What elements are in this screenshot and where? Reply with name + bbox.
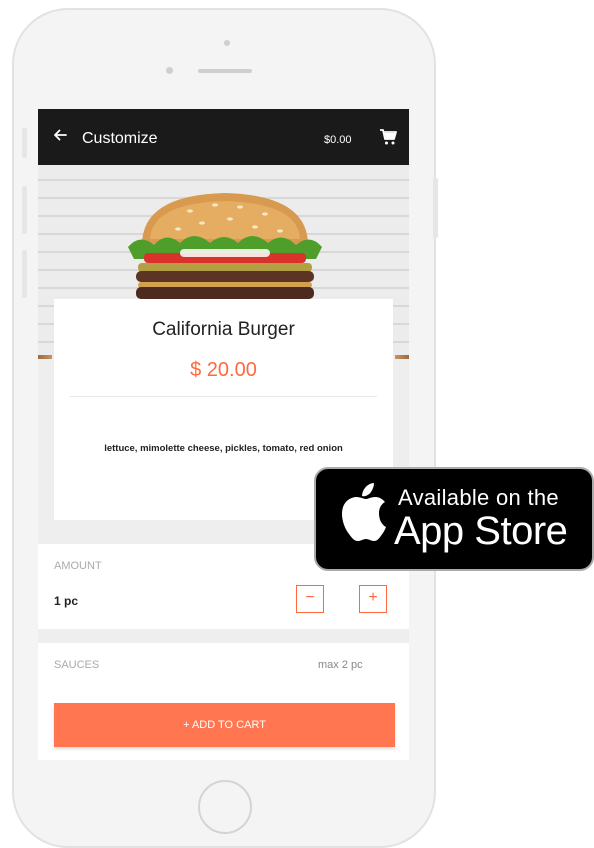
- earpiece-speaker: [198, 69, 252, 73]
- badge-text-available: Available on the: [398, 485, 559, 510]
- phone-mute-switch: [22, 128, 27, 158]
- app-bar: Customize $0.00: [38, 109, 409, 165]
- front-camera-dot: [224, 40, 230, 46]
- sauces-limit: max 2 pc: [318, 659, 363, 671]
- decrement-button[interactable]: −: [296, 585, 324, 613]
- badge-text-app-store: App Store: [394, 509, 568, 553]
- product-name: California Burger: [152, 319, 295, 340]
- product-price: $ 20.00: [190, 359, 257, 381]
- amount-value: 1 pc: [54, 594, 79, 608]
- page-title: Customize: [82, 130, 158, 147]
- increment-button[interactable]: +: [359, 585, 387, 613]
- cart-total: $0.00: [324, 134, 352, 146]
- proximity-sensor-dot: [166, 67, 173, 74]
- app-screen: Customize $0.00 California Burger $ 20.0…: [38, 109, 409, 760]
- phone-power-button: [433, 178, 438, 238]
- product-description: lettuce, mimolette cheese, pickles, toma…: [104, 443, 343, 454]
- app-store-badge[interactable]: Available on the App Store: [314, 467, 594, 571]
- back-arrow-icon[interactable]: [52, 127, 68, 148]
- burger-image: [128, 193, 322, 299]
- sauces-label: SAUCES: [54, 659, 100, 671]
- section-divider: [38, 629, 409, 643]
- amount-label: AMOUNT: [54, 560, 102, 572]
- add-to-cart-button[interactable]: + ADD TO CART: [54, 703, 395, 747]
- shopping-cart-icon[interactable]: [379, 128, 397, 151]
- sauces-section: SAUCES max 2 pc + ADD TO CART: [38, 643, 409, 760]
- home-button[interactable]: [198, 780, 252, 834]
- phone-volume-down-button: [22, 250, 27, 298]
- apple-logo-icon: [338, 482, 388, 547]
- phone-volume-up-button: [22, 186, 27, 234]
- divider: [70, 396, 377, 397]
